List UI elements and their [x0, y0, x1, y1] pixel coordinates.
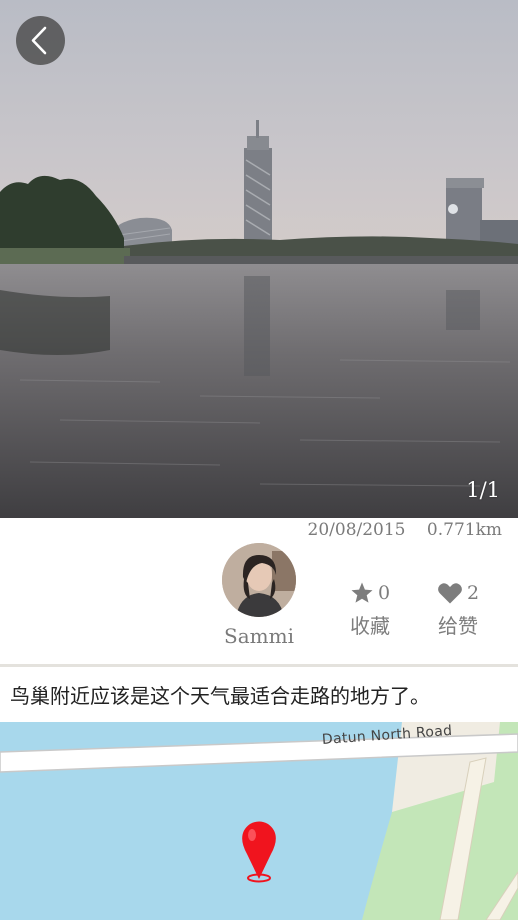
post-text: 鸟巢附近应该是这个天气最适合走路的地方了。 — [10, 684, 430, 708]
post-meta: 20/08/2015 0.771km — [308, 520, 502, 540]
post-photo[interactable]: 1/1 — [0, 0, 518, 518]
post-detail-screen: 1/1 20/08/2015 0.771km Sammi 0 收藏 2 给赞 鸟… — [0, 0, 518, 920]
avatar[interactable] — [222, 543, 296, 617]
chevron-left-icon — [31, 26, 47, 55]
map-pin-icon[interactable] — [234, 818, 284, 884]
post-distance: 0.771km — [426, 520, 502, 540]
like-label: 给赞 — [438, 614, 478, 638]
favorite-count: 0 — [377, 582, 391, 604]
back-button[interactable] — [16, 16, 65, 65]
like-count: 2 — [466, 582, 480, 604]
favorite-button[interactable]: 0 收藏 — [335, 578, 405, 639]
heart-icon — [438, 583, 462, 604]
post-date: 20/08/2015 — [307, 520, 406, 540]
favorite-label: 收藏 — [350, 614, 390, 638]
section-divider — [0, 664, 518, 667]
like-button[interactable]: 2 给赞 — [423, 578, 493, 639]
author-name[interactable]: Sammi — [209, 624, 309, 648]
photo-counter: 1/1 — [466, 478, 500, 502]
star-icon — [351, 582, 373, 603]
